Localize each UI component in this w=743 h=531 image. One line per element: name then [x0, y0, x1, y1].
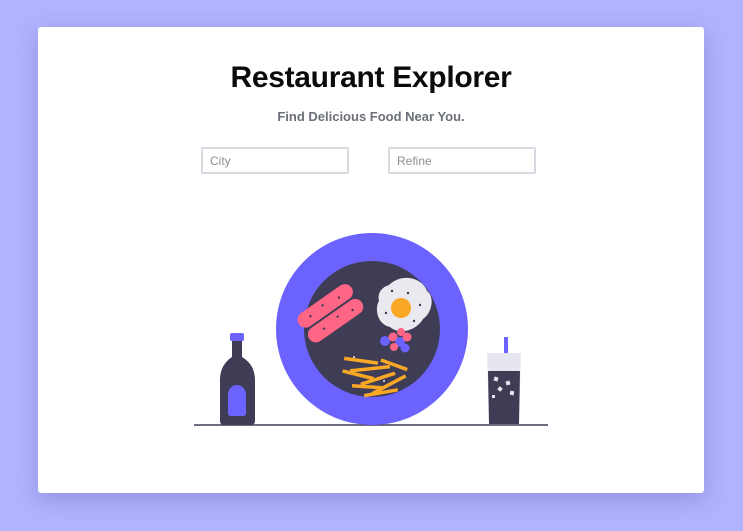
- plate-icon: [276, 233, 468, 425]
- page-subtitle: Find Delicious Food Near You.: [277, 109, 465, 124]
- sauce-bottle-icon: [220, 333, 255, 425]
- main-card: Restaurant Explorer Find Delicious Food …: [38, 27, 704, 493]
- page-title: Restaurant Explorer: [230, 61, 512, 94]
- city-input[interactable]: [201, 147, 349, 174]
- food-illustration: [194, 233, 548, 426]
- refine-input[interactable]: [388, 147, 536, 174]
- drink-glass-icon: [487, 337, 521, 424]
